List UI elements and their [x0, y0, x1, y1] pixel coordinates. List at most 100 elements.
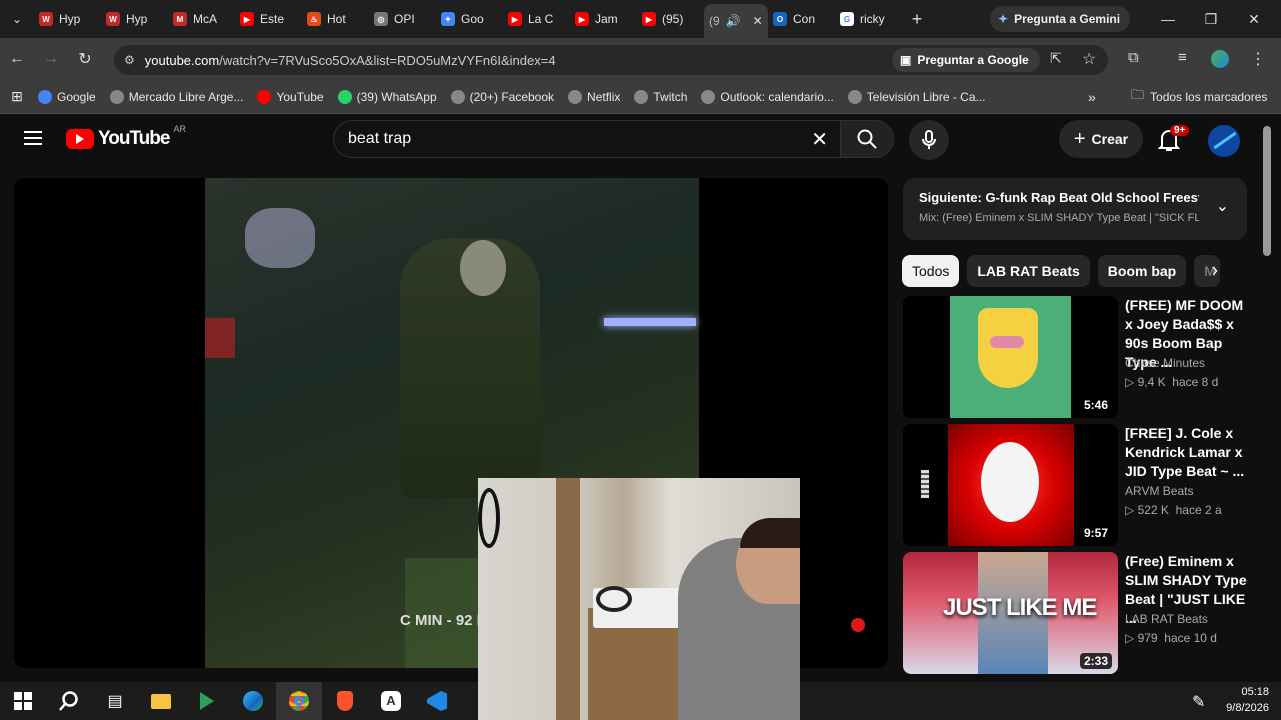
page-scrollbar[interactable] [1263, 126, 1271, 256]
video-card[interactable]: JUST LIKE ME 2:33 (Free) Eminem x SLIM S… [903, 552, 1253, 674]
microphone-icon [922, 130, 936, 149]
search-input[interactable]: beat trap ✕ [333, 120, 841, 158]
view-count: 979 [1137, 631, 1158, 645]
browser-tab[interactable]: Gricky [835, 4, 902, 34]
tab-favicon-icon: M [173, 12, 187, 26]
up-next-panel[interactable]: Siguiente: G-funk Rap Beat Old School Fr… [903, 178, 1247, 240]
system-clock[interactable]: 05:18 9/8/2026 [1226, 684, 1269, 716]
hamburger-menu-icon[interactable] [24, 131, 42, 145]
browser-tab[interactable]: ♨ Hot [302, 4, 369, 34]
bookmark-label: Outlook: calendario... [720, 89, 834, 104]
notifications-button[interactable]: 9+ [1157, 125, 1190, 157]
bookmark-label: YouTube [276, 89, 324, 104]
forward-icon[interactable]: → [34, 50, 68, 68]
apps-grid-icon[interactable]: ⊞ [0, 88, 34, 105]
chip-lab-rat[interactable]: LAB RAT Beats [967, 255, 1090, 287]
bookmark-item[interactable]: (20+) Facebook [450, 89, 554, 104]
bookmark-item[interactable]: (39) WhatsApp [337, 89, 437, 104]
create-button[interactable]: + Crear [1059, 120, 1143, 158]
vscode-icon[interactable] [414, 682, 460, 720]
channel-name: ARVM Beats [1125, 484, 1194, 498]
browser-tab[interactable]: ◎ OPI [369, 4, 436, 34]
video-thumbnail: 9:57 [903, 424, 1118, 546]
gemini-button[interactable]: ✦ Pregunta a Gemini [990, 6, 1130, 32]
browser-tab[interactable]: W Hyp [101, 4, 168, 34]
edge-icon[interactable] [230, 682, 276, 720]
all-bookmarks[interactable]: 🗀 Todos los marcadores [1131, 86, 1267, 108]
reading-list-icon[interactable]: ≡ [1178, 49, 1187, 66]
voice-search-button[interactable] [909, 120, 949, 160]
bookmark-label: Mercado Libre Arge... [128, 89, 244, 104]
bookmark-item[interactable]: Televisión Libre - Ca... [847, 89, 986, 104]
bookmark-item[interactable]: Outlook: calendario... [701, 89, 834, 104]
tab-label: Con [793, 12, 816, 26]
browser-tab[interactable]: ▶ La C [503, 4, 570, 34]
ask-google-button[interactable]: ▣ Preguntar a Google [892, 48, 1040, 72]
new-tab-icon[interactable]: + [902, 9, 932, 30]
restore-icon[interactable]: ❐ [1189, 0, 1233, 38]
file-explorer-icon[interactable] [138, 682, 184, 720]
bookmark-favicon-icon [38, 89, 52, 104]
clock-time: 05:18 [1241, 686, 1269, 698]
browser-tab[interactable]: ▶ Este [235, 4, 302, 34]
tab-favicon-icon: W [39, 12, 53, 26]
tab-label: Jam [595, 12, 618, 26]
brave-icon[interactable] [322, 682, 368, 720]
video-card[interactable]: 9:57 [FREE] J. Cole x Kendrick Lamar x J… [903, 424, 1253, 546]
app-green-icon[interactable] [184, 682, 230, 720]
tab-search-chevron-icon[interactable]: ⌄ [0, 0, 34, 38]
arc-icon[interactable]: A [368, 682, 414, 720]
webcam-person-hair [740, 518, 800, 548]
search-button[interactable] [840, 120, 894, 158]
browser-tab[interactable]: O Con [768, 4, 835, 34]
more-bookmarks-icon[interactable]: » [1088, 89, 1096, 105]
video-card[interactable]: 5:46 (FREE) MF DOOM x Joey Bada$$ x 90s … [903, 296, 1253, 418]
browser-tab[interactable]: ▶ Jam [570, 4, 637, 34]
close-tab-icon[interactable]: ✕ [753, 14, 763, 28]
tab-active[interactable]: (9 🔊 ✕ [704, 4, 768, 38]
bookmark-item[interactable]: Netflix [568, 89, 620, 104]
browser-tab[interactable]: ✦ Goo [436, 4, 503, 34]
chips-next-icon[interactable]: › [1212, 260, 1218, 281]
clear-search-icon[interactable]: ✕ [811, 127, 828, 152]
bookmark-item[interactable]: Google [38, 89, 96, 104]
video-duration: 5:46 [1079, 397, 1112, 413]
bookmark-item[interactable]: YouTube [257, 89, 324, 104]
chip-boom-bap[interactable]: Boom bap [1097, 255, 1187, 287]
profile-avatar[interactable] [1211, 50, 1229, 68]
browser-menu-icon[interactable]: ⋮ [1250, 49, 1266, 69]
thumbnail-art [950, 296, 1071, 418]
video-thumbnail: 5:46 [903, 296, 1118, 418]
chevron-down-icon[interactable]: ⌄ [1216, 196, 1229, 216]
tab-label: Goo [461, 12, 484, 26]
reload-icon[interactable]: ↻ [68, 49, 102, 69]
speaker-icon[interactable]: 🔊 [726, 14, 741, 28]
video-meta: ▷ 522 K hace 2 a [1125, 503, 1222, 517]
account-avatar[interactable] [1208, 125, 1240, 157]
youtube-logo[interactable]: YouTube AR [66, 124, 186, 150]
bookmark-star-icon[interactable]: ☆ [1082, 49, 1096, 69]
browser-tab[interactable]: ▶ (95) [637, 4, 704, 34]
search-taskbar-icon[interactable] [46, 682, 92, 720]
bookmark-item[interactable]: Mercado Libre Arge... [109, 89, 244, 104]
extensions-icon[interactable]: ⧉ [1128, 49, 1139, 66]
start-windows-icon[interactable] [0, 682, 46, 720]
browser-tab[interactable]: M McA [168, 4, 235, 34]
thumbnail-bar [921, 470, 929, 498]
thumbnail-art [948, 424, 1074, 546]
task-view-icon[interactable]: ▤ [92, 682, 138, 720]
chip-all[interactable]: Todos [902, 255, 960, 287]
install-app-icon[interactable]: ⇱ [1050, 50, 1062, 67]
tab-favicon-icon: G [840, 12, 854, 26]
bookmark-item[interactable]: Twitch [634, 89, 687, 104]
close-window-icon[interactable]: ✕ [1232, 0, 1276, 38]
browser-tab[interactable]: W Hyp [34, 4, 101, 34]
site-info-icon[interactable]: ⚙ [124, 53, 135, 67]
pen-icon[interactable]: ✎ [1192, 692, 1205, 712]
back-icon[interactable]: ← [0, 50, 34, 68]
tab-favicon-icon: ♨ [307, 12, 321, 26]
chrome-taskbar-icon[interactable] [276, 682, 322, 720]
video-age: hace 2 a [1175, 503, 1222, 517]
minimize-icon[interactable]: — [1146, 0, 1190, 38]
performer-head [460, 240, 506, 296]
